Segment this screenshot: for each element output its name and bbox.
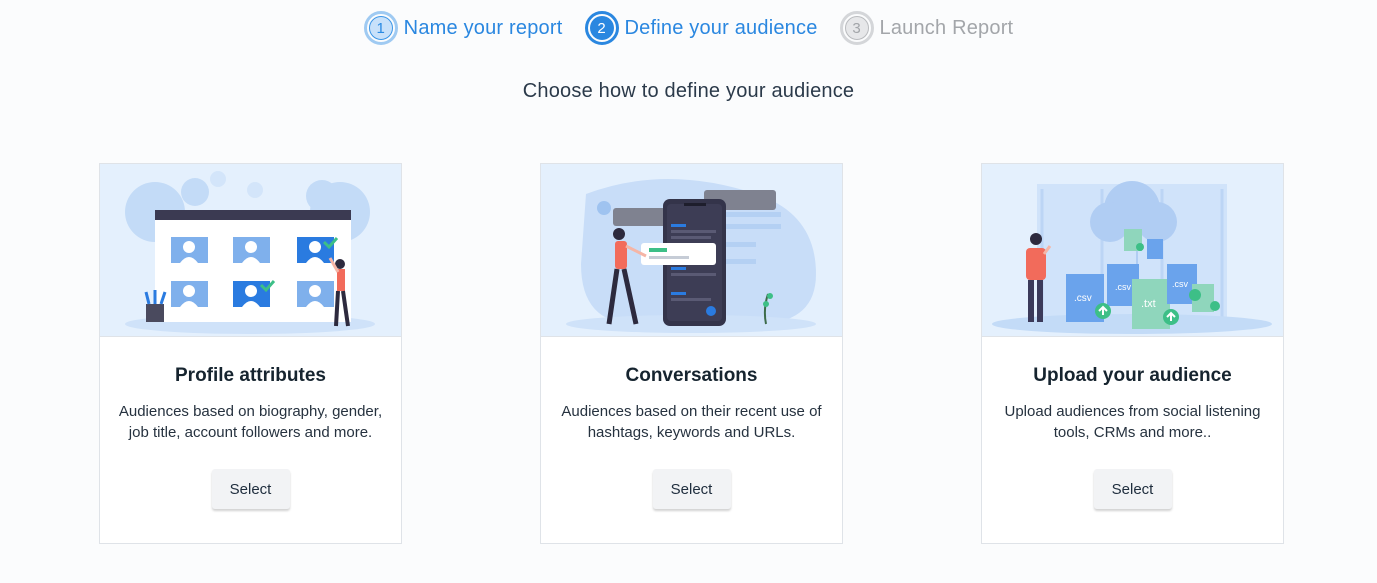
card-upload-audience: .csv .csv .txt .csv Upload your audience… (981, 163, 1284, 544)
progress-stepper: 1 Name your report 2 Define your audienc… (0, 10, 1377, 46)
step-1-indicator: 1 (363, 11, 398, 45)
step-2-label: Define your audience (624, 16, 818, 39)
select-upload-audience-button[interactable]: Select (1093, 469, 1172, 509)
card-title: Profile attributes (175, 365, 326, 386)
card-title: Conversations (625, 365, 758, 386)
step-define-audience[interactable]: 2 Define your audience (584, 11, 818, 45)
select-profile-attributes-button[interactable]: Select (211, 469, 290, 509)
card-description: Audiences based on their recent use of h… (561, 403, 822, 441)
step-3-label: Launch Report (879, 16, 1014, 39)
page-subtitle: Choose how to define your audience (522, 80, 855, 102)
card-title: Upload your audience (1033, 365, 1232, 386)
card-description: Upload audiences from social listening t… (1004, 403, 1261, 441)
card-description: Audiences based on biography, gender, jo… (118, 403, 383, 441)
step-2-indicator: 2 (584, 11, 619, 45)
file-label-2: .csv (1115, 282, 1132, 292)
step-launch-report[interactable]: 3 Launch Report (839, 11, 1014, 45)
cloud-upload-illustration: .csv .csv .txt .csv (982, 164, 1283, 337)
file-label-4: .csv (1172, 279, 1189, 289)
select-conversations-button[interactable]: Select (652, 469, 731, 509)
card-conversations: Conversations Audiences based on their r… (540, 163, 843, 544)
step-3-indicator: 3 (839, 11, 874, 45)
phone-chat-illustration (541, 164, 842, 337)
file-label-3: .txt (1141, 298, 1156, 310)
file-label-1: .csv (1074, 293, 1092, 304)
profile-grid-illustration (100, 164, 401, 337)
step-name-report[interactable]: 1 Name your report (363, 11, 563, 45)
card-profile-attributes: Profile attributes Audiences based on bi… (99, 163, 402, 544)
step-1-label: Name your report (403, 16, 563, 39)
